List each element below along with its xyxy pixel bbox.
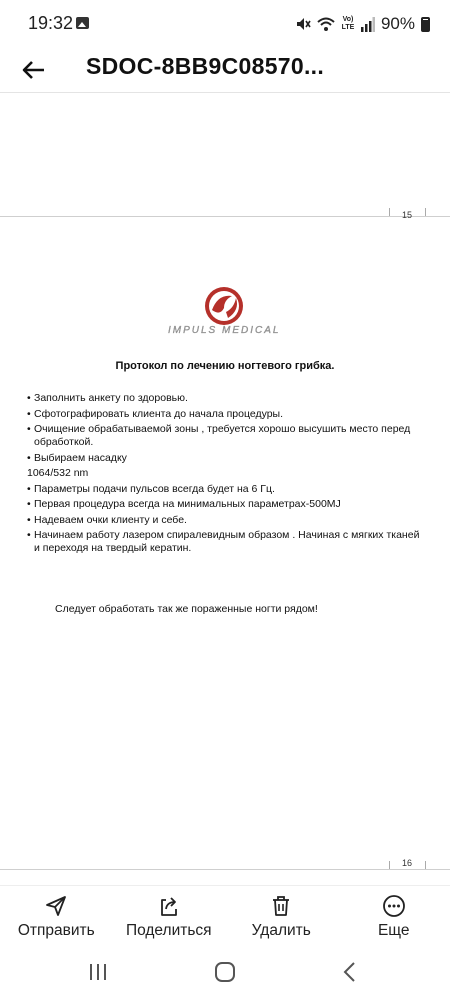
battery-percent: 90% <box>380 14 415 33</box>
list-item: Сфотографировать клиента до начала проце… <box>27 408 427 421</box>
page-tick <box>425 208 426 216</box>
signal-icon <box>360 16 375 32</box>
page-tick <box>389 861 390 869</box>
delete-label: Удалить <box>251 922 311 939</box>
document-heading: Протокол по лечению ногтевого грибка. <box>115 360 335 372</box>
page-number: 15 <box>402 210 413 220</box>
list-item: Очищение обрабатываемой зоны , требуется… <box>27 423 427 449</box>
share-label: Поделиться <box>125 922 212 939</box>
volte-icon: Vo) LTE <box>341 16 355 31</box>
send-label: Отправить <box>17 922 95 939</box>
gallery-notification-icon <box>76 17 89 29</box>
logo-text: IMPULS MEDICAL <box>168 325 281 336</box>
list-item: Первая процедура всегда на минимальных п… <box>27 498 427 511</box>
action-bar: Отправить Поделиться Удалить Еще <box>0 885 450 948</box>
back-arrow-icon[interactable] <box>18 54 50 86</box>
page-tick <box>425 861 426 869</box>
navigation-bar <box>0 948 450 1000</box>
delete-button[interactable]: Удалить <box>225 886 338 948</box>
back-nav-icon[interactable] <box>336 960 364 984</box>
battery-icon <box>421 16 430 32</box>
status-indicators: Vo) LTE 90% <box>295 12 430 36</box>
recent-apps-icon[interactable] <box>84 960 112 984</box>
document-title: SDOC-8BB9C08570... <box>86 53 325 79</box>
share-button[interactable]: Поделиться <box>113 886 226 948</box>
status-bar: 19:32 Vo) LTE 90% <box>0 0 450 48</box>
list-item: Выбираем насадку <box>27 452 427 465</box>
document-body: Заполнить анкету по здоровью. Сфотографи… <box>27 392 427 558</box>
trash-icon <box>273 896 290 916</box>
page-tick <box>389 208 390 216</box>
page-number: 16 <box>402 858 413 868</box>
page-separator <box>0 869 450 870</box>
more-icon <box>382 895 405 917</box>
list-item: Параметры подачи пульсов всегда будет на… <box>27 483 427 496</box>
list-item: Заполнить анкету по здоровью. <box>27 392 427 405</box>
send-icon <box>46 896 67 916</box>
more-label: Еще <box>377 922 410 939</box>
send-button[interactable]: Отправить <box>0 886 113 948</box>
list-text: 1064/532 nm <box>27 467 89 479</box>
home-icon[interactable] <box>211 960 239 984</box>
mute-icon <box>296 18 311 30</box>
more-button[interactable]: Еще <box>338 886 450 948</box>
page-separator <box>0 216 450 217</box>
status-time: 19:32 <box>28 13 74 33</box>
document-footer: Следует обработать так же пораженные ног… <box>55 603 318 615</box>
document-viewer[interactable]: 15 IMPULS MEDICAL Протокол по лечению но… <box>0 93 450 885</box>
app-bar: SDOC-8BB9C08570... <box>0 48 450 93</box>
share-icon <box>160 897 177 916</box>
list-item: Начинаем работу лазером спиралевидным об… <box>27 529 427 555</box>
list-item: Надеваем очки клиенту и себе. <box>27 514 427 527</box>
wifi-icon <box>317 17 335 31</box>
impuls-medical-logo <box>205 287 243 325</box>
